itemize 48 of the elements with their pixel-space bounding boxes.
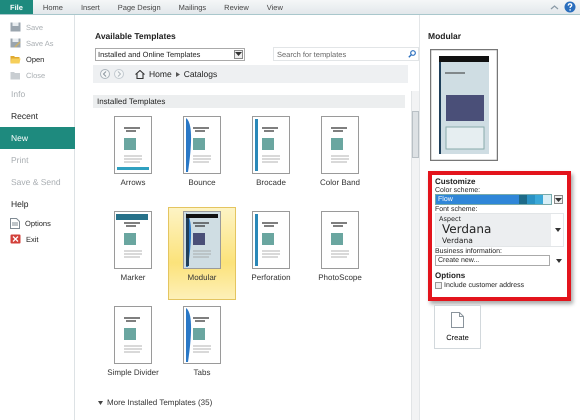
template-thumbnail-drawing	[183, 116, 221, 174]
vertical-scrollbar[interactable]	[411, 91, 419, 420]
close-icon	[10, 234, 21, 244]
dropdown-arrow-icon	[556, 258, 562, 262]
template-tile[interactable]: Color Band	[306, 112, 374, 205]
breadcrumb-link[interactable]: Home	[149, 69, 172, 79]
template-thumbnail-drawing	[252, 211, 290, 269]
panel-heading: Customize	[435, 177, 476, 186]
template-thumbnail-drawing	[321, 211, 359, 269]
help-icon[interactable]	[564, 1, 576, 13]
template-thumbnail-drawing	[252, 116, 290, 174]
group-header: Installed Templates	[93, 95, 406, 108]
minimize-ribbon-icon[interactable]	[550, 4, 559, 10]
backstage-tab[interactable]: Help	[0, 193, 74, 215]
template-tile[interactable]: Modular	[168, 207, 236, 300]
folder-icon	[10, 70, 21, 80]
template-tile[interactable]: Bounce	[168, 112, 236, 205]
backstage-tab[interactable]: Recent	[0, 105, 74, 127]
more-templates-link[interactable]: More Installed Templates (35)	[93, 398, 212, 407]
template-thumbnail-drawing	[183, 306, 221, 364]
template-tile[interactable]: Arrows	[99, 112, 167, 205]
template-thumbnail-drawing	[321, 116, 359, 174]
dropdown-arrow-icon	[555, 198, 562, 202]
template-thumbnail-drawing	[183, 211, 221, 269]
expand-arrow-icon	[98, 400, 103, 404]
dropdown-arrow-icon	[235, 52, 242, 56]
template-tile[interactable]: Marker	[99, 207, 167, 300]
search-icon	[408, 50, 416, 58]
template-tile[interactable]: PhotoScope	[306, 207, 374, 300]
section-heading: Available Templates	[95, 31, 177, 41]
document-icon	[10, 218, 20, 228]
template-thumbnail-drawing	[114, 116, 152, 174]
breadcrumb-link[interactable]: Catalogs	[184, 69, 218, 79]
template-tile[interactable]: Perforation	[237, 207, 305, 300]
template-tile[interactable]: Tabs	[168, 302, 236, 395]
folder-icon	[10, 54, 21, 64]
template-tile[interactable]: Simple Divider	[99, 302, 167, 395]
document-icon	[451, 312, 464, 328]
floppy-pencil-icon	[10, 38, 21, 48]
template-thumbnail-drawing	[114, 211, 152, 269]
chevron-icon	[176, 72, 180, 76]
panel-heading: Options	[435, 271, 466, 280]
dropdown-arrow-icon	[555, 228, 561, 232]
template-tile[interactable]: Brocade	[237, 112, 305, 205]
backstage-tab[interactable]: New	[0, 127, 75, 149]
home-icon	[135, 70, 145, 78]
preview-title: Modular	[428, 31, 462, 41]
template-thumbnail-drawing	[114, 306, 152, 364]
